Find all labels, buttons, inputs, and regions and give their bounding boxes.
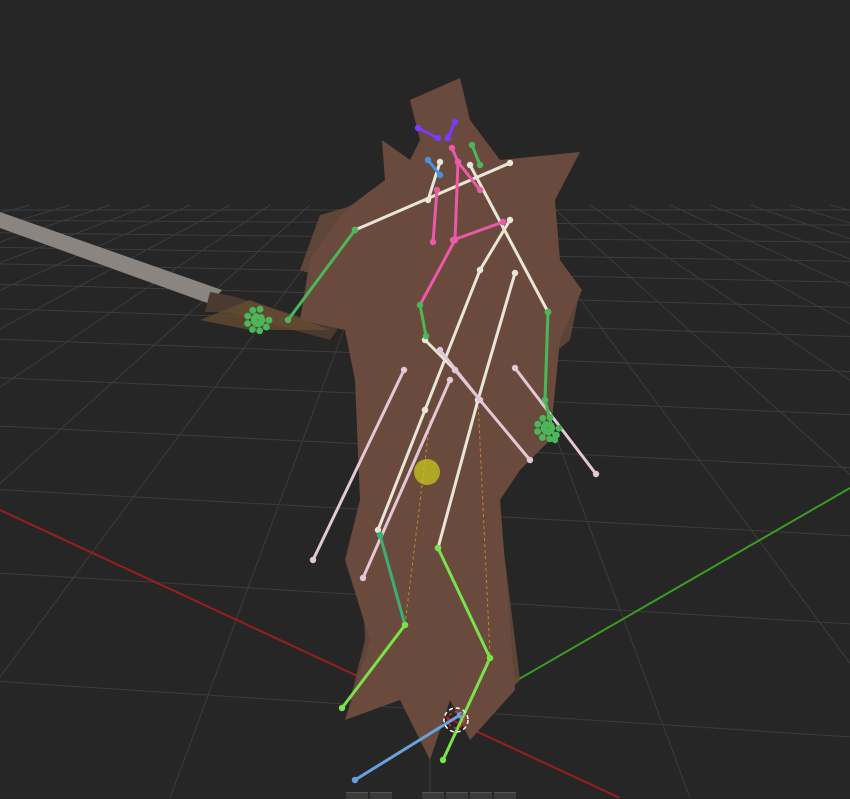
finger-bone[interactable] xyxy=(256,305,264,313)
bone-33[interactable] xyxy=(351,711,464,784)
finger-bone[interactable] xyxy=(540,423,548,430)
object-origin[interactable] xyxy=(414,459,440,485)
finger-bone[interactable] xyxy=(546,413,554,421)
finger-bone[interactable] xyxy=(546,435,554,443)
finger-bone[interactable] xyxy=(249,326,256,333)
finger-bone[interactable] xyxy=(250,315,258,322)
y-axis-line xyxy=(499,487,850,691)
finger-bone[interactable] xyxy=(263,323,270,331)
finger-bone[interactable] xyxy=(249,306,257,314)
finger-bone[interactable] xyxy=(539,414,547,422)
x-axis-line xyxy=(0,509,621,798)
finger-bone[interactable] xyxy=(265,316,273,324)
finger-bone[interactable] xyxy=(256,327,264,335)
finger-bone[interactable] xyxy=(534,428,541,435)
finger-bone[interactable] xyxy=(539,434,546,441)
3d-cursor-icon[interactable] xyxy=(443,707,469,733)
viewport-scene[interactable] xyxy=(0,0,850,798)
finger-bone[interactable] xyxy=(555,424,563,432)
bottom-toolbar xyxy=(346,792,516,799)
finger-bone[interactable] xyxy=(553,431,560,439)
finger-bone[interactable] xyxy=(534,420,542,428)
finger-bone[interactable] xyxy=(244,320,251,327)
3d-viewport[interactable] xyxy=(0,0,850,798)
finger-bone[interactable] xyxy=(244,312,252,320)
